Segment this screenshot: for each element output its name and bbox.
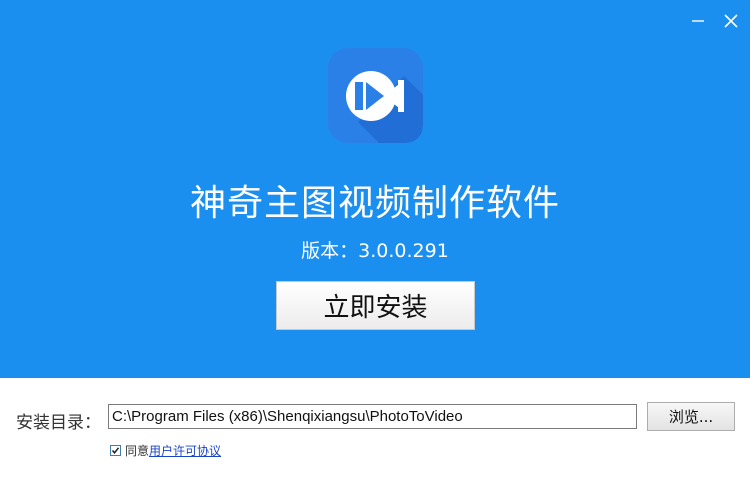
- minimize-icon: [692, 20, 704, 22]
- license-agreement-link[interactable]: 用户许可协议: [149, 442, 221, 459]
- close-icon: [724, 14, 738, 28]
- close-button[interactable]: [718, 8, 744, 34]
- version-label: 版本：3.0.0.291: [301, 240, 449, 262]
- agreement-row: 同意 用户许可协议: [110, 442, 221, 459]
- play-logo-icon: [328, 48, 423, 143]
- app-title: 神奇主图视频制作软件: [189, 183, 560, 224]
- install-dir-label: 安装目录：: [16, 413, 101, 433]
- checkmark-icon: [111, 447, 120, 454]
- agree-label: 同意: [125, 444, 150, 458]
- minimize-button[interactable]: [685, 8, 711, 34]
- install-dir-input[interactable]: [108, 404, 637, 429]
- footer-panel: [0, 378, 750, 480]
- agree-checkbox[interactable]: [110, 445, 121, 456]
- installer-window: 神奇主图视频制作软件 版本：3.0.0.291 立即安装 安装目录： 浏览...…: [0, 0, 750, 480]
- install-button[interactable]: 立即安装: [276, 281, 475, 330]
- browse-button[interactable]: 浏览...: [647, 402, 735, 431]
- header-panel: 神奇主图视频制作软件 版本：3.0.0.291 立即安装: [0, 0, 750, 378]
